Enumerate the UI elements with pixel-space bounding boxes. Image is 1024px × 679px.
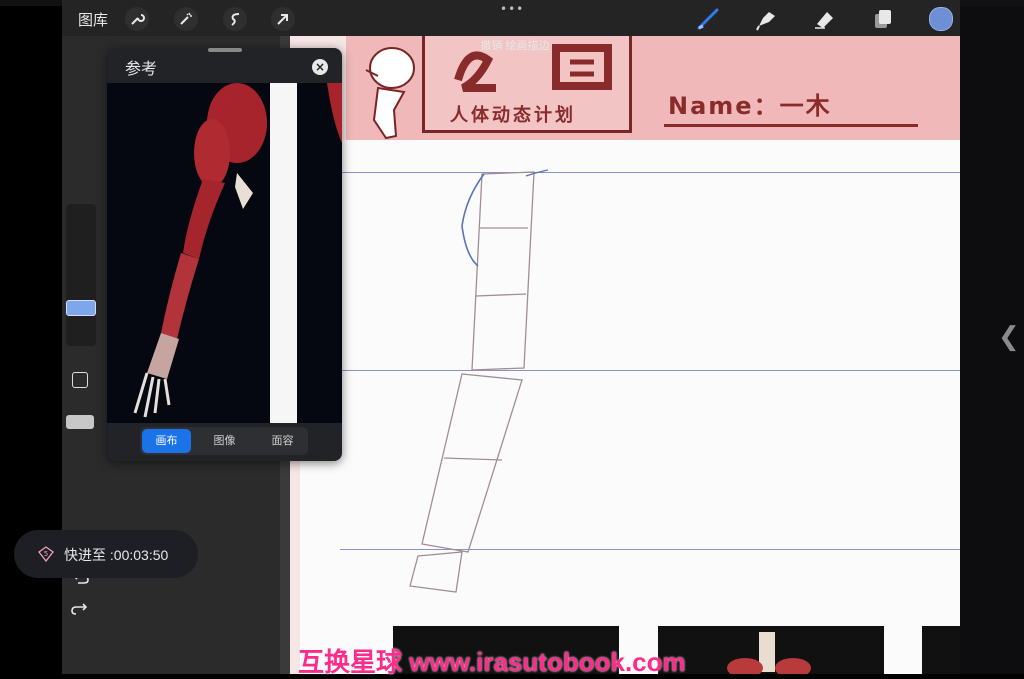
- muscle-arm-illustration: [133, 83, 342, 418]
- wrench-icon[interactable]: [125, 7, 149, 31]
- magic-wand-icon[interactable]: [174, 7, 198, 31]
- tab-canvas[interactable]: 画布: [142, 429, 191, 453]
- spine-illustration: [727, 632, 811, 674]
- close-icon[interactable]: ×: [312, 59, 328, 75]
- brush-icon[interactable]: [695, 6, 721, 32]
- brush-size-handle[interactable]: [66, 300, 96, 316]
- panel-drag-handle[interactable]: [208, 48, 242, 52]
- transform-arrow-icon[interactable]: [271, 7, 295, 31]
- watermark-text: 互换星球 www.irasutobook.com: [298, 647, 686, 677]
- name-label: Name：一木: [668, 92, 832, 120]
- gallery-button[interactable]: 图库: [78, 9, 108, 30]
- redo-icon[interactable]: [70, 600, 90, 618]
- arm-sketch: [409, 169, 549, 593]
- tab-face[interactable]: 面容: [258, 429, 307, 453]
- opacity-handle[interactable]: [66, 415, 94, 429]
- reference-image-strip: [270, 83, 297, 423]
- modify-button[interactable]: [72, 372, 88, 388]
- eraser-icon[interactable]: [811, 6, 837, 32]
- canvas-paper-area[interactable]: [300, 140, 960, 674]
- layers-icon[interactable]: [869, 6, 895, 32]
- smudge-icon[interactable]: [753, 6, 779, 32]
- cartoon-figure-illustration: [365, 47, 415, 140]
- reference-title: 参考: [125, 61, 158, 78]
- reference-image[interactable]: [107, 83, 342, 423]
- tab-image[interactable]: 图像: [200, 429, 249, 453]
- plan-title: 人体动态计划: [450, 105, 576, 126]
- fast-forward-label: 快进至 :00:03:50: [64, 547, 169, 563]
- color-picker-swatch[interactable]: [929, 7, 953, 31]
- undo-toast: 撤销 绘画描边: [480, 40, 550, 52]
- brush-size-slider[interactable]: [66, 204, 96, 346]
- name-underline: [664, 124, 918, 127]
- drag-grip-icon[interactable]: •••: [500, 2, 524, 16]
- gem-badge-icon: 5: [38, 546, 54, 562]
- selection-icon[interactable]: [223, 7, 247, 31]
- expand-chevron-icon[interactable]: ❮: [998, 322, 1020, 352]
- reference-thumbnail: [922, 626, 960, 674]
- svg-text:5: 5: [44, 550, 48, 558]
